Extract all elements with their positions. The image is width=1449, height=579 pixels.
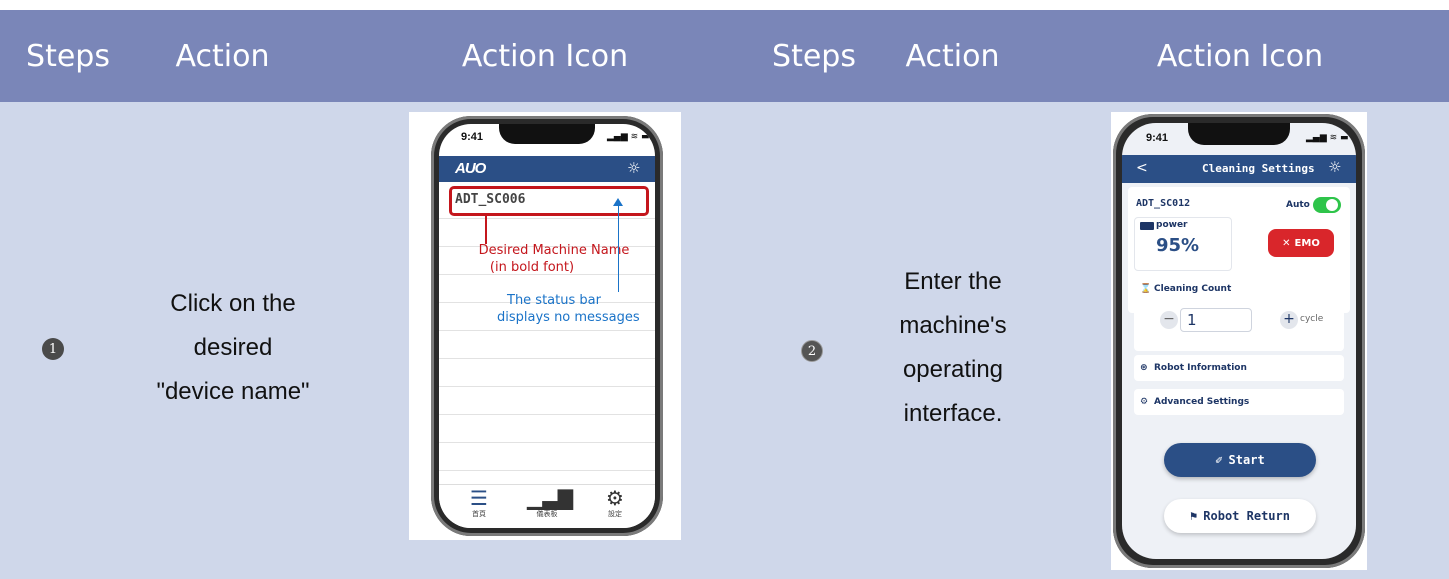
status-icons: ▂▄▆ ≋ ▬ [1306, 133, 1349, 143]
battery-icon [1140, 222, 1154, 230]
gear-icon: ⚙ [1140, 397, 1149, 407]
step1-action-text: Click on the desired "device name" [118, 282, 348, 414]
step2-line-4: interface. [903, 400, 1003, 427]
step2-action-text: Enter the machine's operating interface. [858, 260, 1048, 436]
robot-information-label: Robot Information [1154, 363, 1247, 373]
page: Steps Action Action Icon Steps Action Ac… [0, 0, 1449, 579]
machine-name-item[interactable]: ADT_SC006 [455, 192, 525, 207]
app-bar: < Cleaning Settings ☼ [1122, 155, 1356, 183]
auto-label: Auto [1286, 200, 1310, 210]
power-label: power [1156, 220, 1188, 230]
step1-line-3: "device name" [156, 378, 310, 405]
auto-toggle[interactable] [1313, 197, 1341, 213]
list-divider [439, 386, 655, 387]
tab-settings-label: 設定 [608, 510, 622, 518]
phone-screenshot-2: 9:41 ▂▄▆ ≋ ▬ < Cleaning Settings ☼ ADT_S… [1111, 112, 1367, 570]
blue-annotation: The status bar displays no messages [497, 292, 655, 326]
bottom-tab-bar: ☰ 首頁 ▁▃▇ 儀表板 ⚙ 設定 [439, 484, 655, 528]
phone-frame: 9:41 ▂▄▆ ≋ ▬ < Cleaning Settings ☼ ADT_S… [1113, 114, 1365, 568]
list-divider [439, 358, 655, 359]
sun-icon[interactable]: ☼ [1328, 158, 1341, 176]
broom-icon: ✐ [1215, 453, 1223, 467]
robot-return-label: Robot Return [1203, 509, 1290, 523]
gear-icon: ⚙ [606, 486, 624, 510]
header-action-icon-2: Action Icon [1156, 38, 1324, 74]
back-icon[interactable]: < [1136, 160, 1148, 176]
start-button[interactable]: ✐ Start [1164, 443, 1316, 477]
step2-line-1: Enter the [904, 268, 1002, 295]
tab-dashboard[interactable]: ▁▃▇ 儀表板 [527, 486, 574, 519]
hourglass-icon: ⌛ [1140, 284, 1152, 294]
blue-annotation-line-1: The status bar [507, 293, 601, 308]
list-divider [439, 218, 655, 219]
power-value: 95% [1156, 235, 1200, 256]
red-annotation-line-2: (in bold font) [489, 260, 575, 275]
increment-button[interactable]: + [1280, 311, 1298, 329]
step2-line-3: operating [902, 356, 1004, 383]
tab-home[interactable]: ☰ 首頁 [459, 487, 499, 519]
list-divider [439, 470, 655, 471]
list-divider [439, 330, 655, 331]
robot-info-icon: ⊛ [1140, 363, 1148, 373]
red-pointer-line [485, 216, 487, 244]
decrement-button[interactable]: − [1160, 311, 1178, 329]
phone-screen: 9:41 ▂▄▆ ≋ ▬ AUO ☼ ADT_SC006 Desired Mac… [439, 124, 655, 528]
top-cut-off-text [0, 0, 1449, 10]
status-time: 9:41 [461, 131, 484, 143]
phone-frame: 9:41 ▂▄▆ ≋ ▬ AUO ☼ ADT_SC006 Desired Mac… [431, 116, 663, 536]
cleaning-count-input[interactable]: 1 [1180, 308, 1252, 332]
screen-title: Cleaning Settings [1202, 162, 1315, 175]
header-steps-2: Steps [772, 38, 856, 74]
phone-screen: 9:41 ▂▄▆ ≋ ▬ < Cleaning Settings ☼ ADT_S… [1122, 123, 1356, 559]
status-time: 9:41 [1146, 132, 1169, 144]
step2-line-2: machine's [899, 312, 1007, 339]
blue-arrow-head-icon [613, 198, 623, 206]
step-number-2: 2 [801, 340, 823, 362]
bar-chart-icon: ▁▃▇ [527, 486, 574, 510]
flag-icon: ⚑ [1190, 509, 1198, 523]
red-annotation: Desired Machine Name (in bold font) [439, 242, 655, 276]
tab-home-label: 首頁 [472, 510, 486, 518]
emo-button[interactable]: ✕ EMO [1268, 229, 1334, 257]
red-annotation-line-1: Desired Machine Name [478, 243, 630, 258]
app-bar: AUO ☼ [439, 156, 655, 182]
robot-return-button[interactable]: ⚑ Robot Return [1164, 499, 1316, 533]
toggle-knob [1326, 199, 1338, 211]
header-action-2: Action [905, 38, 1000, 74]
emo-bell-icon: ✕ [1282, 237, 1291, 249]
list-divider [439, 442, 655, 443]
step-number-1: 1 [42, 338, 64, 360]
list-divider [439, 414, 655, 415]
header-steps-1: Steps [26, 38, 110, 74]
cleaning-count-label: Cleaning Count [1154, 284, 1232, 294]
step1-line-2: desired [193, 334, 273, 361]
sun-icon[interactable]: ☼ [627, 159, 640, 177]
blue-annotation-line-2: displays no messages [497, 310, 640, 325]
step1-line-1: Click on the [170, 290, 296, 317]
cycle-label: cycle [1300, 314, 1324, 324]
table-header: Steps Action Action Icon Steps Action Ac… [0, 10, 1449, 102]
tab-settings[interactable]: ⚙ 設定 [595, 487, 635, 519]
phone-notch [1188, 123, 1290, 145]
device-name: ADT_SC012 [1136, 198, 1191, 209]
blue-pointer-line [618, 206, 619, 292]
advanced-settings-label: Advanced Settings [1154, 397, 1250, 407]
status-icons: ▂▄▆ ≋ ▬ [607, 132, 650, 142]
phone-notch [499, 124, 595, 144]
header-action-1: Action [175, 38, 270, 74]
emo-label: EMO [1294, 237, 1320, 249]
start-label: Start [1228, 453, 1265, 467]
header-action-icon-1: Action Icon [461, 38, 629, 74]
phone-screenshot-1: 9:41 ▂▄▆ ≋ ▬ AUO ☼ ADT_SC006 Desired Mac… [409, 112, 681, 540]
auo-logo: AUO [455, 160, 486, 177]
list-icon: ☰ [470, 486, 488, 510]
tab-dashboard-label: 儀表板 [536, 510, 558, 518]
